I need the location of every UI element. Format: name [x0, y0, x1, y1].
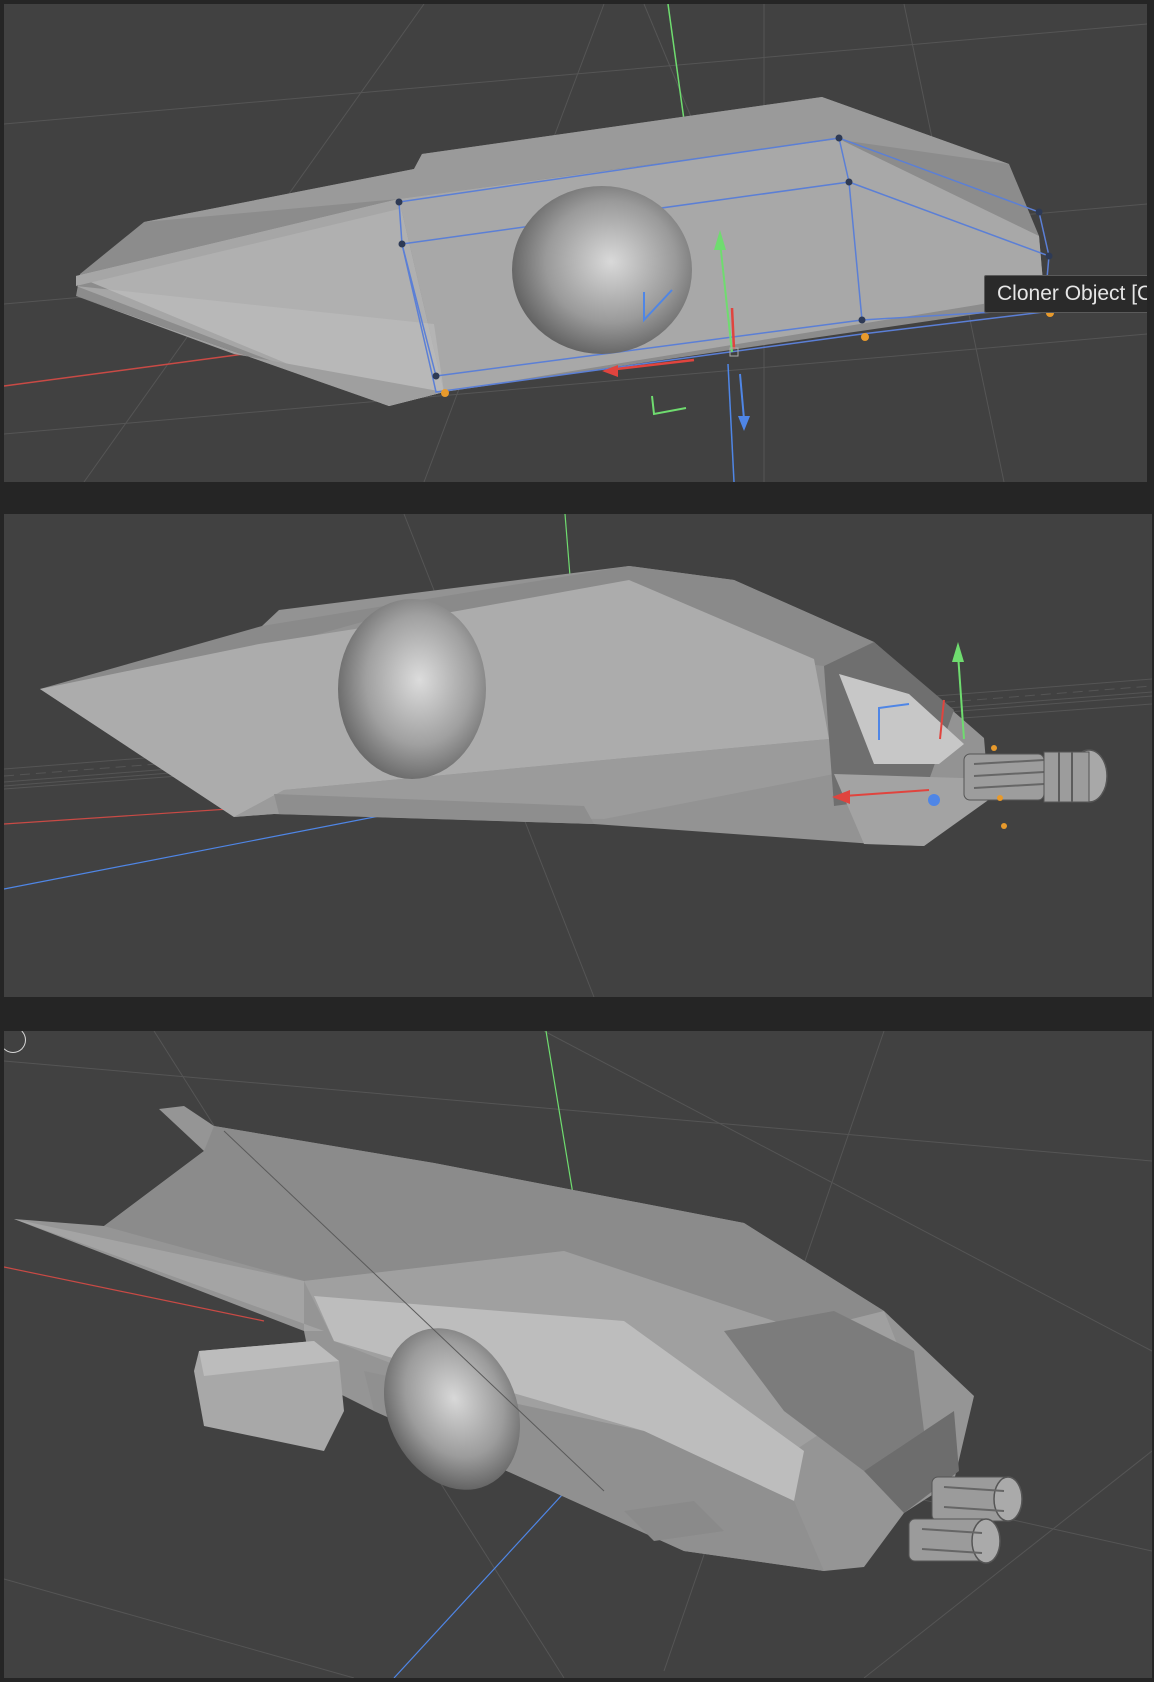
ship-hull[interactable]	[40, 566, 994, 846]
viewport-bottom[interactable]	[4, 1031, 1152, 1678]
canopy-sphere[interactable]	[512, 186, 692, 354]
viewport-top[interactable]: Cloner Object [C	[4, 4, 1147, 482]
world-z-axis	[727, 363, 735, 482]
viewport-bottom-canvas[interactable]	[4, 1031, 1152, 1678]
viewport-top-canvas[interactable]	[4, 4, 1147, 482]
viewport-middle-canvas[interactable]	[4, 514, 1152, 997]
axis-corner-icon	[651, 395, 687, 416]
world-z-axis	[393, 1470, 585, 1678]
ship-hull[interactable]	[14, 1106, 974, 1571]
gatling-cannon[interactable]	[963, 749, 1108, 803]
world-x-axis	[4, 353, 245, 387]
viewport-middle[interactable]	[4, 514, 1152, 997]
canopy-sphere[interactable]	[338, 599, 486, 779]
cloner-object-tooltip: Cloner Object [C	[984, 275, 1147, 313]
world-y-axis	[564, 514, 571, 577]
world-y-axis	[667, 4, 685, 121]
